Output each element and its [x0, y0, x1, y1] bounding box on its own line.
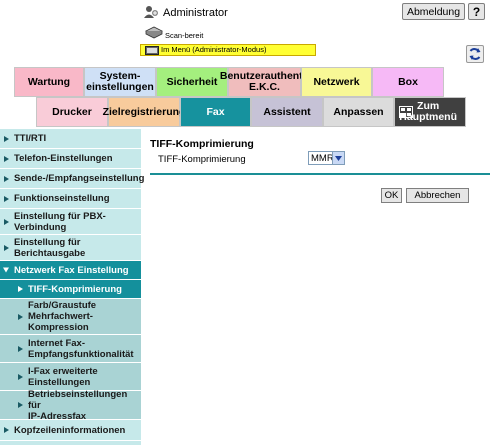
sidebar-item-sende-empfangseinstellung[interactable]: Sende-/Empfangseinstellung: [0, 169, 145, 189]
tab-systemeinstellungen[interactable]: System- einstellungen: [84, 67, 156, 97]
sidebar-item-label: Einstellung für Berichtausgabe: [14, 236, 86, 259]
sidebar-item-label: I-Fax erweiterte Einstellungen: [28, 365, 98, 388]
sidebar-item-pbx-verbindung[interactable]: Einstellung für PBX- Verbindung: [0, 209, 141, 235]
sidebar-item-netzwerk-fax[interactable]: Netzwerk Fax Einstellung: [0, 261, 141, 280]
tab-zielregistrierung[interactable]: Zielregistrierung: [103, 97, 185, 127]
sidebar-item-label: Netzwerk Fax Einstellung: [14, 264, 129, 276]
user-name: Administrator: [163, 7, 228, 19]
sidebar-item-telefon-einstellungen[interactable]: Telefon-Einstellungen: [0, 149, 141, 169]
tab-assistent[interactable]: Assistent: [251, 97, 323, 127]
ok-button[interactable]: OK: [381, 188, 402, 203]
tab-label: Sicherheit: [166, 75, 218, 88]
tab-label: Anpassen: [333, 105, 384, 118]
triangle-down-icon: [3, 267, 9, 273]
sidebar-item-label: Einstellung für PBX- Verbindung: [14, 210, 106, 233]
tiff-compression-select[interactable]: MMR: [308, 151, 345, 165]
sidebar-subitem-farb-graustufe[interactable]: Farb/Graustufe Mehrfachwert- Kompression: [0, 299, 141, 335]
tab-sicherheit[interactable]: Sicherheit: [156, 67, 228, 97]
sidebar-item-label: TTI/RTI: [14, 133, 47, 144]
tab-label: Drucker: [52, 105, 92, 118]
triangle-right-icon: [4, 175, 9, 182]
sidebar-subitem-tiff-komprimierung[interactable]: TIFF-Komprimierung: [0, 280, 141, 299]
sidebar-item-label: Funktionseinstellung: [14, 193, 110, 204]
tab-benutzerauthentifizierung[interactable]: Benutzerauthentif E.K.C.: [220, 67, 309, 97]
logout-button[interactable]: Abmeldung: [402, 3, 465, 20]
sidebar-subitem-internet-fax-empfang[interactable]: Internet Fax- Empfangsfunktionalität: [0, 335, 141, 363]
sidebar-item-label: Betriebseinstellungen für IP-Adressfax: [28, 388, 128, 422]
sidebar-item-tti-rti[interactable]: TTI/RTI: [0, 129, 141, 149]
triangle-right-icon: [4, 244, 9, 251]
triangle-right-icon: [18, 286, 23, 292]
sidebar-item-label: Telefon-Einstellungen: [14, 153, 113, 164]
sidebar-item-label: TIFF-Komprimierung: [28, 283, 122, 295]
triangle-right-icon: [18, 345, 23, 352]
tab-label: System- einstellungen: [86, 70, 154, 93]
divider: [150, 173, 490, 175]
help-button[interactable]: ?: [468, 3, 485, 20]
tab-fax[interactable]: Fax: [180, 97, 251, 127]
triangle-right-icon: [4, 427, 9, 433]
tab-label: Box: [398, 75, 418, 88]
triangle-right-icon: [4, 135, 9, 142]
tiff-compression-label: TIFF-Komprimierung: [158, 154, 246, 165]
triangle-right-icon: [4, 195, 9, 202]
sidebar-item-label: Farb/Graustufe Mehrfachwert- Kompression: [28, 300, 97, 333]
sidebar-item-label: Sende-/Empfangseinstellung: [14, 173, 145, 184]
chevron-down-icon: [332, 152, 344, 164]
page-title: TIFF-Komprimierung: [150, 138, 254, 150]
tab-box[interactable]: Box: [372, 67, 444, 97]
tab-label: Benutzerauthentif E.K.C.: [219, 70, 310, 93]
refresh-icon: [469, 48, 481, 60]
mode-status-bar: Im Menü (Administrator-Modus): [140, 44, 316, 56]
triangle-right-icon: [4, 155, 9, 162]
sidebar-item-berichtausgabe[interactable]: Einstellung für Berichtausgabe: [0, 235, 141, 261]
tab-zum-hauptmenu[interactable]: Zum Hauptmenü: [394, 97, 466, 127]
tab-wartung[interactable]: Wartung: [14, 67, 84, 97]
tab-netzwerk[interactable]: Netzwerk: [301, 67, 372, 97]
tab-label: Netzwerk: [313, 75, 360, 88]
main-menu-icon: [399, 106, 413, 121]
sidebar-item-kopfzeileninformationen[interactable]: Kopfzeileninformationen: [0, 420, 141, 441]
triangle-right-icon: [4, 218, 9, 225]
sidebar-subitem-ip-adressfax[interactable]: Betriebseinstellungen für IP-Adressfax: [0, 388, 141, 422]
tab-label: Wartung: [27, 75, 71, 88]
tab-anpassen[interactable]: Anpassen: [323, 97, 394, 127]
tab-label: Zielregistrierung: [102, 105, 186, 118]
triangle-right-icon: [18, 373, 23, 380]
select-value: MMR: [311, 152, 334, 164]
tab-label: Assistent: [263, 105, 311, 118]
triangle-right-icon: [18, 402, 23, 408]
sidebar-item-funktionseinstellung[interactable]: Funktionseinstellung: [0, 189, 141, 209]
administrator-icon: [143, 4, 159, 20]
tab-label: Fax: [206, 105, 225, 118]
sidebar-item-label: Internet Fax- Empfangsfunktionalität: [28, 337, 134, 360]
sidebar-subitem-ifax-erweitert[interactable]: I-Fax erweiterte Einstellungen: [0, 363, 141, 391]
cancel-button[interactable]: Abbrechen: [406, 188, 469, 203]
scanner-icon: [145, 25, 163, 39]
triangle-right-icon: [18, 313, 23, 320]
refresh-button[interactable]: [466, 45, 484, 63]
tab-drucker[interactable]: Drucker: [36, 97, 108, 127]
scan-status-text: Scan-bereit: [165, 31, 204, 40]
mode-icon: [145, 46, 159, 55]
sidebar-item-label: Kopfzeileninformationen: [14, 424, 126, 436]
